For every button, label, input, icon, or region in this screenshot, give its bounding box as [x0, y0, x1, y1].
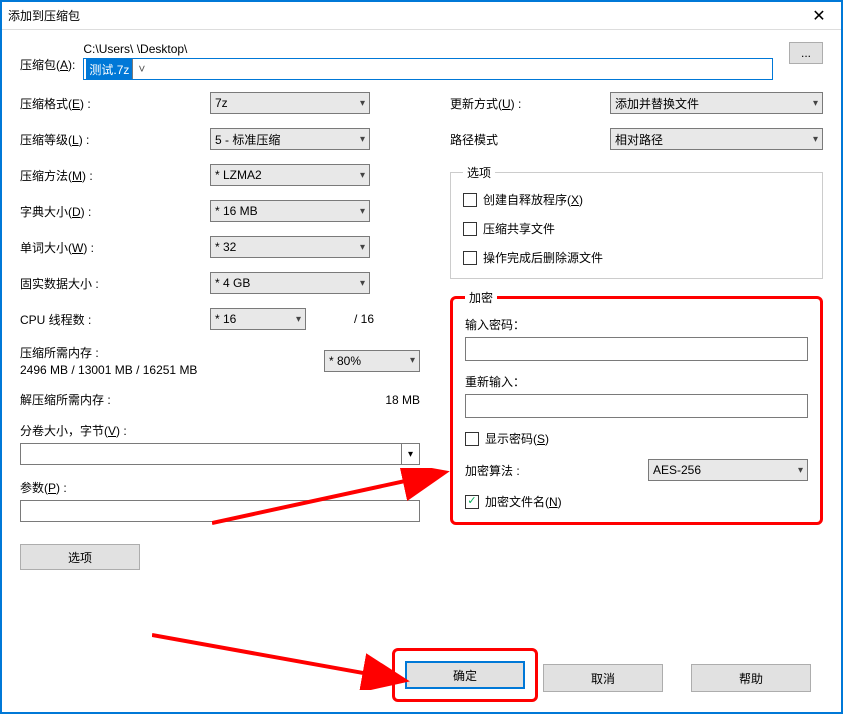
left-column: 压缩格式(E) : 7z▾ 压缩等级(L) : 5 - 标准压缩▾ 压缩方法(M… — [20, 92, 420, 570]
archive-path-area: C:\Users\ \Desktop\ 测试.7z ˅ — [83, 42, 773, 80]
solid-label: 固实数据大小 : — [20, 275, 210, 292]
chevron-down-icon: ▾ — [813, 98, 818, 109]
pwd-label: 输入密码： — [465, 316, 808, 333]
word-select[interactable]: * 32▾ — [210, 236, 370, 258]
archive-path-text: C:\Users\ \Desktop\ — [83, 42, 773, 58]
pathmode-select[interactable]: 相对路径▾ — [610, 128, 823, 150]
chevron-down-icon: ▾ — [360, 206, 365, 217]
mem-comp-value: 2496 MB / 13001 MB / 16251 MB — [20, 363, 310, 377]
cpu-select[interactable]: * 16▾ — [210, 308, 306, 330]
chevron-down-icon: ▾ — [360, 278, 365, 289]
sfx-checkbox[interactable]: 创建自释放程序(X) — [463, 191, 810, 208]
encryption-legend: 加密 — [465, 289, 497, 306]
cancel-button[interactable]: 取消 — [543, 664, 663, 692]
dropdown-icon[interactable]: ˅ — [132, 59, 150, 79]
options-group: 选项 创建自释放程序(X) 压缩共享文件 操作完成后删除源文件 — [450, 164, 823, 279]
archive-name-selected: 测试.7z — [86, 59, 132, 80]
mem-comp-label: 压缩所需内存 : — [20, 344, 310, 361]
ok-button[interactable]: 确定 — [405, 661, 525, 689]
help-button[interactable]: 帮助 — [691, 664, 811, 692]
pwd2-input[interactable] — [465, 394, 808, 418]
update-select[interactable]: 添加并替换文件▾ — [610, 92, 823, 114]
alg-label: 加密算法 : — [465, 462, 648, 479]
dialog-title: 添加到压缩包 — [2, 7, 80, 24]
mem-pct-select[interactable]: * 80%▾ — [324, 350, 420, 372]
showpwd-checkbox[interactable]: 显示密码(S) — [465, 430, 808, 447]
encnames-checkbox[interactable]: 加密文件名(N) — [465, 493, 808, 510]
chevron-down-icon: ▾ — [360, 242, 365, 253]
mem-decomp-value: 18 MB — [385, 393, 420, 407]
params-input[interactable] — [20, 500, 420, 522]
word-label: 单词大小(W) : — [20, 239, 210, 256]
deleteafter-checkbox[interactable]: 操作完成后删除源文件 — [463, 249, 810, 266]
pathmode-label: 路径模式 — [450, 131, 610, 148]
chevron-down-icon: ▾ — [360, 134, 365, 145]
close-button[interactable]: ✕ — [797, 2, 841, 30]
solid-select[interactable]: * 4 GB▾ — [210, 272, 370, 294]
dialog-content: 压缩包(A): C:\Users\ \Desktop\ 测试.7z ˅ ... … — [2, 30, 841, 712]
archive-name-input[interactable]: 测试.7z ˅ — [83, 58, 773, 80]
level-label: 压缩等级(L) : — [20, 131, 210, 148]
dict-label: 字典大小(D) : — [20, 203, 210, 220]
split-label: 分卷大小，字节(V) : — [20, 422, 420, 439]
pwd2-label: 重新输入： — [465, 373, 808, 390]
chevron-down-icon: ▾ — [813, 134, 818, 145]
annotation-arrow-2 — [152, 630, 412, 690]
cpu-total: / 16 — [354, 312, 374, 326]
chevron-down-icon: ▾ — [410, 355, 415, 366]
format-label: 压缩格式(E) : — [20, 95, 210, 112]
encryption-group: 加密 输入密码： 重新输入： 显示密码(S) 加密算法 : AES-256▾ 加… — [450, 289, 823, 525]
chevron-down-icon: ▾ — [798, 465, 803, 476]
archive-label: 压缩包(A): — [20, 42, 75, 73]
chevron-down-icon: ▾ — [360, 98, 365, 109]
level-select[interactable]: 5 - 标准压缩▾ — [210, 128, 370, 150]
archive-row: 压缩包(A): C:\Users\ \Desktop\ 测试.7z ˅ ... — [20, 42, 823, 80]
params-label: 参数(P) : — [20, 479, 420, 496]
alg-select[interactable]: AES-256▾ — [648, 459, 808, 481]
update-label: 更新方式(U) : — [450, 95, 610, 112]
mem-decomp-label: 解压缩所需内存 : — [20, 391, 111, 408]
cpu-label: CPU 线程数 : — [20, 311, 210, 328]
right-column: 更新方式(U) : 添加并替换文件▾ 路径模式 相对路径▾ 选项 创建自释放程序… — [450, 92, 823, 570]
dict-select[interactable]: * 16 MB▾ — [210, 200, 370, 222]
format-select[interactable]: 7z▾ — [210, 92, 370, 114]
titlebar: 添加到压缩包 ✕ — [2, 2, 841, 30]
split-input[interactable]: ▾ — [20, 443, 420, 465]
pwd-input[interactable] — [465, 337, 808, 361]
options-button[interactable]: 选项 — [20, 544, 140, 570]
chevron-down-icon: ▾ — [296, 314, 301, 325]
shared-checkbox[interactable]: 压缩共享文件 — [463, 220, 810, 237]
browse-button[interactable]: ... — [789, 42, 823, 64]
chevron-down-icon: ▾ — [360, 170, 365, 181]
method-select[interactable]: * LZMA2▾ — [210, 164, 370, 186]
chevron-down-icon: ▾ — [401, 444, 419, 464]
ok-highlight: 确定 — [392, 648, 538, 702]
options-legend: 选项 — [463, 164, 495, 181]
dialog-window: 添加到压缩包 ✕ 压缩包(A): C:\Users\ \Desktop\ 测试.… — [0, 0, 843, 714]
method-label: 压缩方法(M) : — [20, 167, 210, 184]
